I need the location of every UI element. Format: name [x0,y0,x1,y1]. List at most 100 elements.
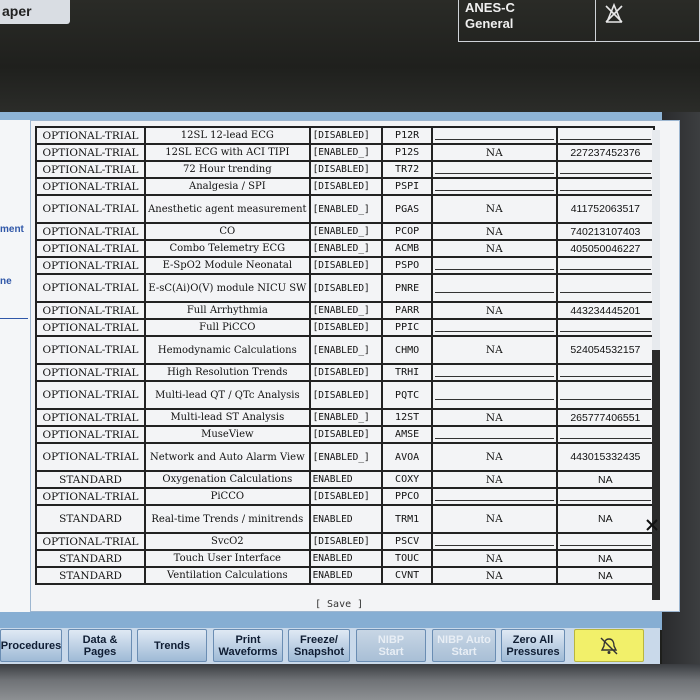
feature-name-cell-text: Ventilation Calculations [166,570,288,581]
license-key-cell[interactable]: 265777406551 [555,408,656,427]
capability-cell[interactable]: NA [430,566,558,585]
license-key-cell[interactable]: NA [555,504,656,534]
capability-cell[interactable]: NA [430,143,558,162]
alarm-silence-button[interactable] [574,629,644,662]
empty-entry-field[interactable] [559,165,651,174]
license-key-cell[interactable] [555,532,656,551]
license-key-cell[interactable]: 411752063517 [555,194,656,224]
empty-entry-field[interactable] [434,537,554,546]
capability-cell-text: NA [485,225,503,238]
feature-name-cell: Multi-lead QT / QTc Analysis [144,380,311,410]
license-key-cell[interactable] [555,487,656,506]
license-key-cell[interactable]: NA [555,470,656,489]
capability-cell[interactable]: NA [430,408,558,427]
license-key-cell[interactable] [555,318,656,337]
empty-entry-field[interactable] [434,284,554,293]
license-key-cell[interactable]: 443015332435 [555,442,656,472]
capability-cell[interactable] [430,380,558,410]
license-key-cell[interactable] [555,160,656,179]
empty-entry-field[interactable] [559,391,651,400]
feature-code-cell-text: PSCV [395,536,420,547]
zero-all-pressures-key[interactable]: Zero All Pressures [501,629,565,662]
empty-entry-field[interactable] [559,368,651,377]
nibp-auto-start-key[interactable]: NIBP Auto Start [432,629,496,662]
empty-entry-field[interactable] [559,323,651,332]
empty-entry-field[interactable] [559,182,651,191]
close-icon[interactable] [645,518,659,532]
empty-entry-field[interactable] [559,284,651,293]
license-table: OPTIONAL-TRIAL 12SL 12-lead ECG [DISABLED]… [34,126,656,585]
nibp-start-key[interactable]: NIBP Start [356,629,426,662]
capability-cell[interactable] [430,273,558,303]
license-key-cell[interactable] [555,273,656,303]
menu-fragment-2[interactable]: ne [0,276,12,287]
capability-cell[interactable]: NA [430,504,558,534]
empty-entry-field[interactable] [434,165,554,174]
capability-cell[interactable]: NA [430,239,558,258]
empty-entry-field[interactable] [434,323,554,332]
capability-cell[interactable]: NA [430,470,558,489]
empty-entry-field[interactable] [559,537,651,546]
license-type-cell: OPTIONAL-TRIAL [34,160,147,179]
capability-cell[interactable] [430,126,558,145]
menu-fragment-1[interactable]: ment [0,224,24,235]
empty-entry-field[interactable] [434,261,554,270]
empty-entry-field[interactable] [559,131,651,140]
license-key-cell[interactable] [555,256,656,275]
empty-entry-field[interactable] [434,391,554,400]
capability-cell[interactable]: NA [430,301,558,320]
data-pages-key[interactable]: Data & Pages [68,629,132,662]
capability-cell[interactable]: NA [430,335,558,365]
capability-cell[interactable] [430,532,558,551]
capability-cell[interactable] [430,160,558,179]
license-key-cell[interactable] [555,126,656,145]
license-key-cell[interactable]: 740213107403 [555,222,656,241]
license-key-cell[interactable] [555,177,656,196]
empty-entry-field[interactable] [559,430,651,439]
empty-entry-field[interactable] [434,182,554,191]
capability-cell[interactable]: NA [430,194,558,224]
capability-cell[interactable]: NA [430,549,558,568]
capability-cell[interactable] [430,363,558,382]
capability-cell[interactable] [430,318,558,337]
feature-name-cell: Touch User Interface [144,549,311,568]
capability-cell[interactable] [430,487,558,506]
empty-entry-field[interactable] [434,492,554,501]
empty-entry-field[interactable] [559,492,651,501]
license-type-cell: STANDARD [34,549,147,568]
empty-entry-field[interactable] [559,261,651,270]
license-key-cell[interactable]: 227237452376 [555,143,656,162]
feature-name-cell: 12SL 12-lead ECG [144,126,311,145]
scrollbar-thumb[interactable] [652,350,660,600]
feature-code-cell-text: TRHI [395,367,420,378]
license-state-cell-text: [DISABLED] [312,389,370,401]
capability-cell[interactable] [430,177,558,196]
license-key-cell[interactable] [555,425,656,444]
alarm-off-icon[interactable] [603,2,625,24]
license-type-cell-text: OPTIONAL-TRIAL [42,129,139,142]
print-waveforms-key[interactable]: Print Waveforms [213,629,283,662]
feature-name-cell: 72 Hour trending [144,160,311,179]
empty-entry-field[interactable] [434,430,554,439]
profile-box[interactable]: ANES-C General [458,0,700,42]
license-key-cell[interactable]: 405050046227 [555,239,656,258]
procedures-key[interactable]: Procedures [0,629,62,662]
license-key-cell[interactable]: 443234445201 [555,301,656,320]
save-button[interactable]: [ Save ] [315,599,363,610]
capability-cell[interactable]: NA [430,222,558,241]
license-key-cell[interactable] [555,380,656,410]
license-key-cell[interactable]: 524054532157 [555,335,656,365]
capability-cell[interactable] [430,425,558,444]
empty-entry-field[interactable] [434,368,554,377]
capability-cell[interactable]: NA [430,442,558,472]
empty-entry-field[interactable] [434,131,554,140]
feature-code-cell: 12ST [381,408,433,427]
trends-key[interactable]: Trends [137,629,207,662]
freeze-snapshot-key[interactable]: Freeze/ Snapshot [288,629,350,662]
license-state-cell: [DISABLED] [308,532,384,551]
feature-code-cell-text: P12R [395,130,420,141]
license-key-cell[interactable]: NA [555,566,656,585]
license-key-cell[interactable]: NA [555,549,656,568]
license-key-cell[interactable] [555,363,656,382]
capability-cell[interactable] [430,256,558,275]
